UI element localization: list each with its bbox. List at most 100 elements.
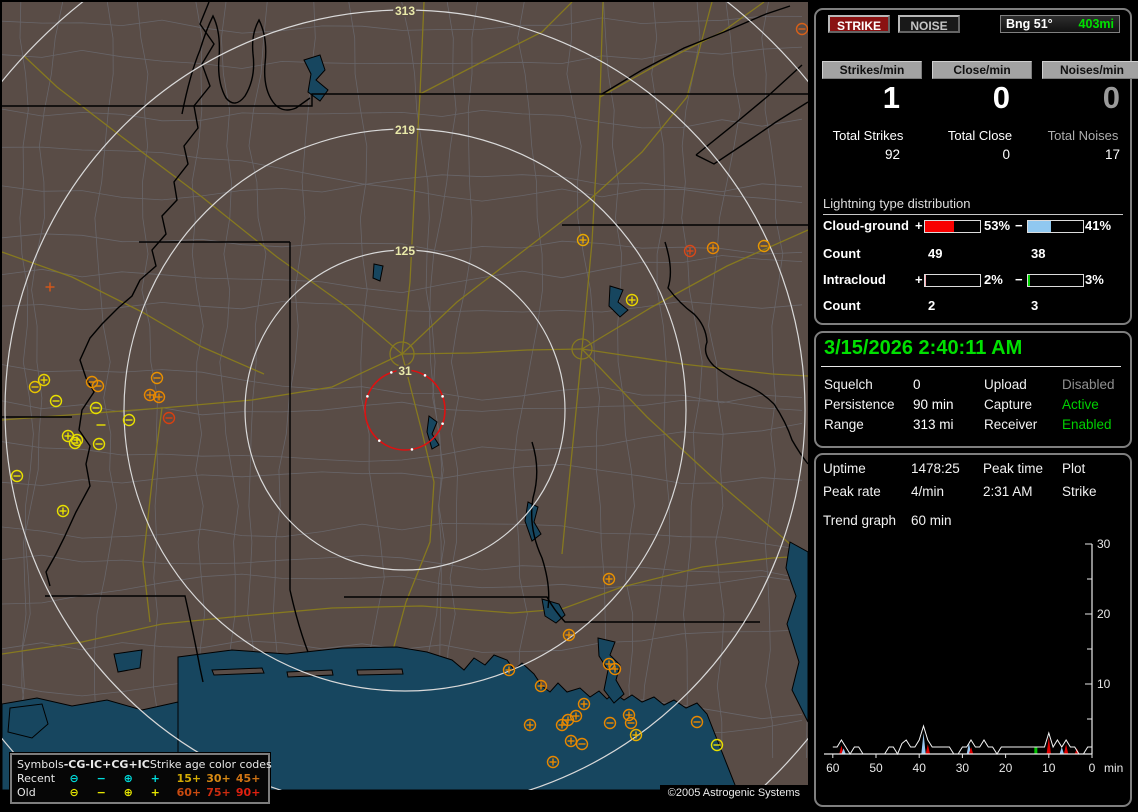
setting-label: Upload [984, 377, 1027, 392]
legend-age-code: 90+ [235, 785, 261, 799]
copyright-label: ©2005 Astrogenic Systems [659, 785, 808, 803]
legend-strike-symbol: ⊕ [123, 771, 133, 785]
side-panel: STRIKE NOISE Bng 51° 403mi Strikes/min 1 T… [810, 0, 1138, 812]
setting-value: Active [1062, 397, 1099, 412]
legend-row: Recent ⊖ − ⊕ +15+ 30+ 45+ [17, 771, 263, 785]
setting-label: Capture [984, 397, 1033, 412]
legend-age-code: 45+ [235, 771, 261, 785]
counter-chip: Noises/min [1042, 61, 1138, 79]
legend-symbol-header: +CG [102, 757, 129, 771]
setting-label: Persistence [824, 397, 895, 412]
trend-spike [921, 733, 926, 754]
negative-bar [1027, 274, 1084, 287]
trend-spike [1063, 744, 1069, 754]
bearing-label: Bng 51° [1006, 17, 1053, 31]
clock-box: 3/15/2026 2:40:11 AM Squelch 0 Persistence… [814, 331, 1132, 448]
counter-total-label: Total Noises [1047, 128, 1119, 143]
legend-age-code: 60+ [176, 785, 202, 799]
trend-line [832, 724, 1092, 756]
trend-x-unit: min [1104, 761, 1123, 775]
ring-label: 219 [395, 123, 415, 137]
map-symbol-legend: Symbols -CG -IC +CG +IC Strike age color code… [10, 753, 272, 804]
legend-header-row: Symbols -CG -IC +CG +IC Strike age color code… [17, 757, 272, 771]
counter-total-value: 92 [884, 147, 900, 162]
trend-y-label: 30 [1097, 539, 1111, 551]
legend-strike-symbol: − [96, 771, 106, 785]
legend-strike-symbol: + [150, 771, 160, 785]
trend-spike [925, 744, 931, 754]
bearing-range: 403mi [1078, 17, 1114, 31]
legend-strike-symbol: ⊕ [123, 785, 133, 799]
setting-label: Squelch [824, 377, 873, 392]
legend-age-code: 15+ [176, 771, 202, 785]
legend-age-code: 75+ [206, 785, 231, 799]
trend-x-label: 50 [869, 761, 883, 775]
negative-bar [1027, 220, 1084, 233]
counter-total-value: 0 [1002, 147, 1010, 162]
status-cell: 60 min [911, 513, 952, 528]
trend-x-label: 30 [956, 761, 970, 775]
setting-value: Disabled [1062, 377, 1115, 392]
status-cell: Plot [1062, 461, 1086, 476]
trend-y-label: 20 [1097, 607, 1111, 621]
system-clock: 3/15/2026 2:40:11 AM [824, 337, 1023, 359]
lightning-map[interactable]: 313 219 125 31 Symbols -CG -IC +CG +IC Strike ag… [2, 2, 808, 804]
counter-total-label: Total Strikes [832, 128, 904, 143]
legend-age-code: 30+ [206, 771, 231, 785]
legend-symbol-header: +IC [128, 757, 150, 771]
positive-bar [924, 220, 981, 233]
status-cell: 2:31 AM [983, 484, 1033, 499]
trend-x-label: 0 [1089, 761, 1096, 775]
trend-y-label: 10 [1097, 677, 1111, 691]
status-box: Uptime 1478:25 Peak time Plot Peak rate 4/min… [814, 453, 1132, 807]
legend-symbol-header: -CG [63, 757, 86, 771]
legend-row: Old ⊖ − ⊕ +60+ 75+ 90+ [17, 785, 263, 799]
ring-label: 125 [395, 244, 415, 258]
trend-spike [1059, 747, 1064, 754]
trend-spike [1034, 747, 1038, 754]
counter-rate: 1 [882, 80, 900, 115]
setting-value: 313 mi [913, 417, 954, 432]
status-cell: Trend graph [823, 513, 897, 528]
ring-label: 31 [398, 364, 412, 378]
positive-bar [924, 274, 981, 287]
legend-strike-symbol: ⊖ [69, 785, 79, 799]
setting-value: 0 [913, 377, 921, 392]
setting-value: 90 min [913, 397, 954, 412]
trend-x-label: 10 [1042, 761, 1056, 775]
legend-age-header: Strike age color codes [149, 757, 272, 771]
trend-graph: 10 20 30 60 50 40 30 20 10 0 min [824, 539, 1123, 775]
trend-spike [1046, 737, 1051, 754]
trend-x-label: 20 [999, 761, 1013, 775]
nexstorm-app: { "map": { "bg": "#594c46", "county_colo… [0, 0, 1138, 812]
setting-value: Enabled [1062, 417, 1112, 432]
status-cell: 4/min [911, 484, 945, 499]
status-cell: Peak rate [823, 484, 881, 499]
setting-label: Receiver [984, 417, 1038, 432]
noise-toggle-button[interactable]: NOISE [898, 15, 960, 33]
status-cell: Peak time [983, 461, 1044, 476]
legend-strike-symbol: − [96, 785, 106, 799]
counter-chip: Close/min [932, 61, 1032, 79]
legend-strike-symbol: ⊖ [69, 771, 79, 785]
trend-x-label: 60 [826, 761, 840, 775]
setting-label: Range [824, 417, 864, 432]
counter-total-label: Total Close [947, 128, 1013, 143]
status-cell: Strike [1062, 484, 1097, 499]
legend-strike-symbol: + [150, 785, 160, 799]
strike-toggle-button[interactable]: STRIKE [828, 15, 890, 33]
counter-rate: 0 [992, 80, 1010, 115]
clock-divider [821, 366, 1121, 367]
legend-symbol-header: -IC [85, 757, 103, 771]
status-cell: Uptime [823, 461, 866, 476]
counter-total-value: 17 [1104, 147, 1120, 162]
status-cell: 1478:25 [911, 461, 960, 476]
stats-box: STRIKE NOISE Bng 51° 403mi Strikes/min 1 T… [814, 8, 1138, 325]
ring-label: 313 [395, 4, 415, 18]
bearing-display: Bng 51° 403mi [1000, 15, 1120, 33]
map-canvas[interactable]: 313 219 125 31 [2, 2, 808, 790]
counter-rate: 0 [1102, 80, 1120, 115]
distribution-title: Lightning type distribution [823, 196, 1123, 215]
counter-chip: Strikes/min [822, 61, 922, 79]
trend-x-label: 40 [913, 761, 927, 775]
